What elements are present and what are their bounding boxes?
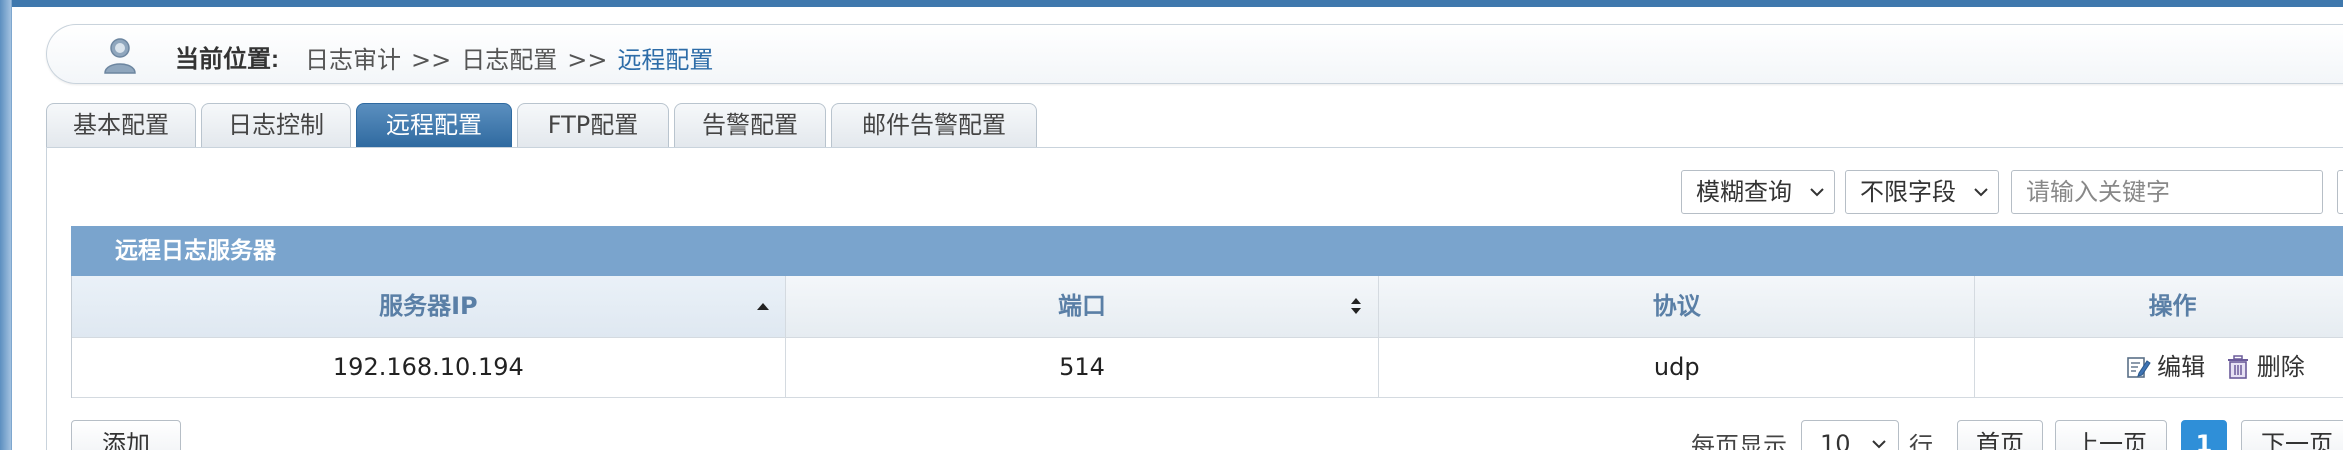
sort-asc-icon [756, 303, 769, 310]
tab-log-control[interactable]: 日志控制 [201, 103, 351, 147]
column-header-label: 操作 [2148, 292, 2197, 320]
cell-protocol: udp [1379, 338, 1976, 398]
edit-icon [2127, 357, 2151, 378]
user-icon [104, 38, 136, 74]
per-page-value: 10 [1820, 430, 1851, 450]
rows-unit-label: 行 [1909, 432, 1933, 450]
per-page-label: 每页显示 [1691, 432, 1787, 450]
chevron-down-icon [1974, 188, 1988, 197]
cell-operations: 编辑 删除 [1975, 338, 2343, 398]
page-number-current[interactable]: 1 [2181, 420, 2227, 450]
tab-alarm-config[interactable]: 告警配置 [674, 103, 826, 147]
column-header-label: 端口 [1058, 292, 1107, 320]
breadcrumb: 当前位置: 日志审计 >> 日志配置 >> 远程配置 [46, 24, 2343, 84]
breadcrumb-label: 当前位置: [175, 46, 279, 73]
grid-title: 远程日志服务器 [71, 226, 2343, 276]
breadcrumb-separator: >> [411, 46, 452, 74]
column-header-label: 服务器IP [379, 292, 478, 320]
column-header-ip[interactable]: 服务器IP [72, 276, 786, 338]
window-top-border [0, 0, 2343, 7]
per-page-select[interactable]: 10 [1801, 420, 1899, 450]
column-header-protocol: 协议 [1379, 276, 1976, 338]
delete-button[interactable]: 删除 [2225, 338, 2305, 396]
search-button[interactable] [2337, 170, 2343, 214]
cell-ip: 192.168.10.194 [72, 338, 786, 398]
edit-button[interactable]: 编辑 [2125, 338, 2205, 396]
next-page-button[interactable]: 下一页 [2241, 420, 2343, 450]
server-table: 服务器IP 端口 协议 操作 192.168.10.194 514 udp 编辑… [71, 276, 2343, 398]
breadcrumb-current: 远程配置 [617, 46, 714, 74]
breadcrumb-separator: >> [567, 46, 608, 74]
content-panel: 模糊查询 不限字段 请输入关键字 远程日志服务器 服务器IP 端口 协议 操作 [46, 147, 2343, 450]
cell-port: 514 [785, 338, 1380, 398]
query-mode-select[interactable]: 模糊查询 [1681, 170, 1835, 214]
table-header-row: 服务器IP 端口 协议 操作 [72, 276, 2343, 338]
breadcrumb-item-log-audit[interactable]: 日志审计 [305, 46, 401, 74]
config-tabs: 基本配置 日志控制 远程配置 FTP配置 告警配置 邮件告警配置 [46, 103, 2343, 147]
table-row: 192.168.10.194 514 udp 编辑 删除 [72, 338, 2343, 398]
delete-label: 删除 [2256, 353, 2305, 381]
add-button[interactable]: 添加 [71, 420, 181, 450]
column-header-operation: 操作 [1975, 276, 2343, 338]
sort-both-icon [1351, 298, 1362, 314]
prev-page-button[interactable]: 上一页 [2055, 420, 2167, 450]
tab-remote-config[interactable]: 远程配置 [356, 103, 512, 147]
left-frame-edge [0, 0, 12, 450]
trash-icon [2227, 355, 2248, 379]
field-select[interactable]: 不限字段 [1845, 170, 1999, 214]
field-select-value: 不限字段 [1860, 178, 1956, 206]
column-header-label: 协议 [1652, 292, 1701, 320]
breadcrumb-item-log-config[interactable]: 日志配置 [461, 46, 557, 74]
column-header-port[interactable]: 端口 [785, 276, 1380, 338]
first-page-button[interactable]: 首页 [1957, 420, 2043, 450]
edit-label: 编辑 [2157, 353, 2206, 381]
tab-basic-config[interactable]: 基本配置 [46, 103, 196, 147]
keyword-input[interactable]: 请输入关键字 [2011, 170, 2323, 214]
query-mode-value: 模糊查询 [1696, 178, 1792, 206]
tab-mail-alarm-config[interactable]: 邮件告警配置 [831, 103, 1037, 147]
chevron-down-icon [1810, 188, 1824, 197]
chevron-down-icon [1872, 440, 1886, 449]
tab-ftp-config[interactable]: FTP配置 [517, 103, 669, 147]
